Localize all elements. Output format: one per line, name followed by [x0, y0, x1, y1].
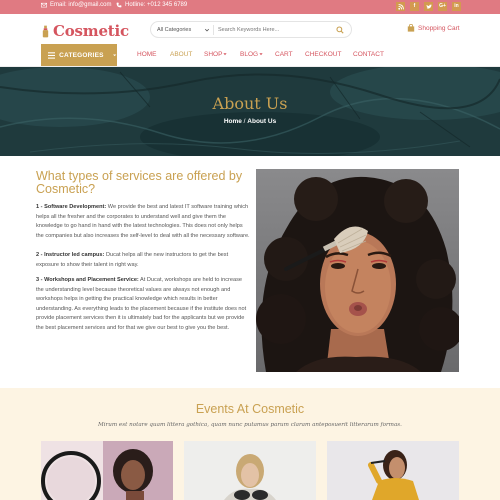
nav-shop-label: SHOP	[204, 51, 223, 58]
rss-link[interactable]	[396, 2, 405, 11]
hotline-text: Hotline: +012 345 6789	[125, 2, 188, 8]
menu-icon	[48, 51, 56, 59]
categories-label: CATEGORIES	[59, 51, 104, 59]
nav-blog[interactable]: BLOG	[240, 51, 263, 58]
service-item-heading: 3 - Workshops and Placement Service:	[36, 277, 139, 283]
twitter-link[interactable]	[424, 2, 433, 11]
linkedin-link[interactable]: in	[452, 2, 461, 11]
service-item-heading: 2 - Instructor led campus:	[36, 252, 105, 258]
hotline-contact[interactable]: Hotline: +012 345 6789	[116, 2, 187, 8]
facebook-link[interactable]: f	[410, 2, 419, 11]
email-contact[interactable]: Email: info@gmail.com	[41, 2, 111, 8]
envelope-icon	[41, 2, 47, 8]
nav-contact[interactable]: CONTACT	[353, 51, 384, 58]
breadcrumb: Home / About Us	[0, 118, 500, 125]
service-item: 3 - Workshops and Placement Service: At …	[36, 276, 250, 333]
google-plus-link[interactable]: G+	[438, 2, 447, 11]
service-item-heading: 1 - Software Development:	[36, 204, 107, 210]
linkedin-icon: in	[454, 3, 459, 9]
search-category-select[interactable]: All Categories	[157, 27, 191, 33]
page-title: About Us	[212, 94, 288, 113]
service-item: 1 - Software Development: We provide the…	[36, 203, 250, 241]
event-card[interactable]	[41, 441, 173, 500]
search-icon[interactable]	[336, 26, 344, 34]
search-divider	[213, 25, 214, 35]
email-text: Email: info@gmail.com	[50, 2, 112, 8]
model-photo	[256, 169, 459, 372]
search-input[interactable]	[218, 25, 328, 35]
categories-button[interactable]: CATEGORIES	[41, 44, 117, 66]
service-item: 2 - Instructor led campus: Ducat helps a…	[36, 251, 250, 270]
phone-icon	[116, 2, 122, 8]
breadcrumb-current: About Us	[247, 118, 277, 125]
event-image	[327, 441, 459, 500]
logo-text: Cosmetic	[53, 22, 129, 40]
nav-about[interactable]: ABOUT	[170, 51, 192, 58]
cart-label: Shopping Cart	[418, 24, 460, 32]
shopping-bag-icon	[407, 24, 415, 32]
services-heading: What types of services are offered by Co…	[36, 169, 243, 196]
twitter-icon	[426, 4, 432, 9]
events-subtitle: Mirum est notare quam littera gothica, q…	[98, 422, 402, 428]
nav-home[interactable]: HOME	[137, 51, 157, 58]
event-card[interactable]	[327, 441, 459, 500]
chevron-down-icon	[223, 53, 228, 56]
breadcrumb-home-link[interactable]: Home	[224, 118, 242, 125]
search-bar: All Categories	[150, 21, 352, 38]
page-banner: About Us Home / About Us	[0, 67, 500, 156]
logo-mark-icon	[42, 25, 49, 37]
facebook-icon: f	[413, 3, 416, 9]
nav-checkout[interactable]: CHECKOUT	[305, 51, 341, 58]
rss-icon	[397, 3, 404, 10]
top-bar: Email: info@gmail.com Hotline: +012 345 …	[0, 0, 500, 14]
nav-shop[interactable]: SHOP	[204, 51, 228, 58]
events-section: Events At Cosmetic Mirum est notare quam…	[0, 388, 500, 500]
event-image	[41, 441, 173, 500]
chevron-down-icon	[259, 53, 263, 56]
nav-cart[interactable]: CART	[275, 51, 293, 58]
service-item-text: At Ducat, workshops are held to increase…	[36, 277, 247, 331]
events-heading: Events At Cosmetic	[195, 402, 305, 416]
event-card[interactable]	[184, 441, 316, 500]
chevron-down-icon	[112, 54, 116, 57]
makeup-model-image	[256, 169, 459, 372]
site-logo[interactable]: Cosmetic	[41, 22, 129, 40]
nav-blog-label: BLOG	[240, 51, 259, 58]
google-plus-icon: G+	[439, 3, 446, 9]
shopping-cart-link[interactable]: Shopping Cart	[407, 24, 460, 32]
event-image	[184, 441, 316, 500]
chevron-down-icon[interactable]	[204, 27, 210, 33]
